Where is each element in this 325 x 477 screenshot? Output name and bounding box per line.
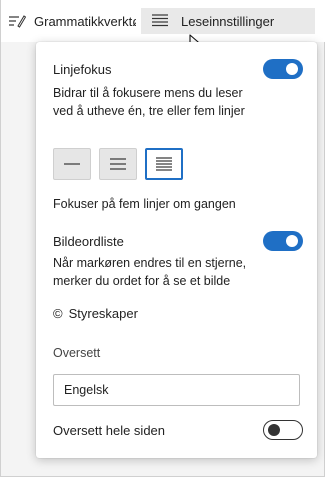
picture-dictionary-title: Bildeordliste [53, 233, 124, 249]
grammar-tools-button[interactable]: Grammatikkverktøy [8, 8, 136, 34]
five-lines-button[interactable] [145, 148, 183, 180]
line-focus-status: Fokuser på fem linjer om gangen [53, 197, 236, 211]
reading-preferences-label: Leseinnstillinger [181, 13, 275, 29]
picture-dictionary-row: Bildeordliste [53, 231, 303, 251]
grammar-tools-icon [8, 14, 26, 28]
line-focus-description: Bidrar til å fokusere mens du leser ved … [53, 86, 245, 118]
grammar-tools-label: Grammatikkverktøy [34, 13, 136, 29]
line-focus-options [53, 148, 183, 180]
reader-toolbar: Grammatikkverktøy Leseinnstillinger [1, 0, 325, 42]
line-focus-title: Linjefokus [53, 61, 112, 77]
translate-whole-page-toggle[interactable] [263, 420, 303, 440]
translate-language-select[interactable]: Engelsk [53, 374, 300, 406]
picture-dictionary-toggle[interactable] [263, 231, 303, 251]
line-focus-row: Linjefokus [53, 59, 303, 79]
five-lines-icon [156, 157, 172, 171]
copyright-icon: © [53, 306, 63, 321]
reading-preferences-button[interactable]: Leseinnstillinger [141, 8, 315, 34]
picture-dictionary-description: Når markøren endres til en stjerne, merk… [53, 256, 247, 288]
one-line-button[interactable] [53, 148, 91, 180]
toggle-knob [286, 63, 298, 75]
line-focus-toggle[interactable] [263, 59, 303, 79]
translate-label: Oversett [53, 346, 101, 360]
three-lines-icon [110, 158, 126, 170]
reading-preferences-panel: Linjefokus Bidrar til å fokusere mens du… [36, 42, 317, 458]
toggle-knob [268, 424, 280, 436]
translate-whole-page-row: Oversett hele siden [53, 420, 303, 440]
reader-window: Grammatikkverktøy Leseinnstillinger Linj… [0, 0, 325, 477]
powered-by-label: Styreskaper [68, 306, 138, 321]
three-lines-button[interactable] [99, 148, 137, 180]
one-line-icon [64, 163, 80, 165]
reading-preferences-icon [151, 14, 173, 28]
translate-whole-page-label: Oversett hele siden [53, 422, 166, 438]
toggle-knob [286, 235, 298, 247]
translate-language-value: Engelsk [64, 383, 109, 397]
powered-by: © Styreskaper [53, 306, 138, 321]
